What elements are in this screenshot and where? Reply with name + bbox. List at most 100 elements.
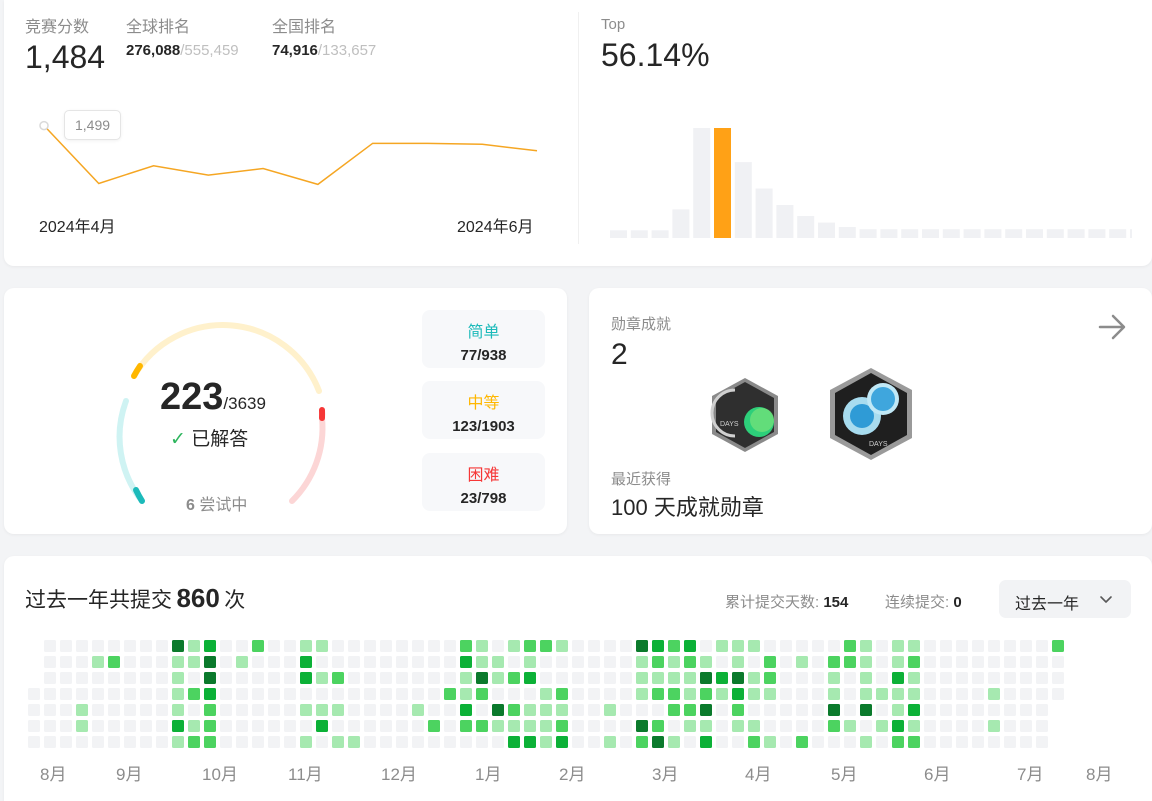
heatmap-cell (76, 656, 88, 668)
heatmap-cell (172, 656, 184, 668)
badge-100-days-icon[interactable]: DAYS (827, 366, 915, 462)
heatmap-cell (924, 704, 936, 716)
heatmap-cell (588, 704, 600, 716)
heatmap-cell (1020, 736, 1032, 748)
heatmap-cell (220, 720, 232, 732)
heatmap-cell (700, 704, 712, 716)
heatmap-cell (780, 656, 792, 668)
heatmap-cell (988, 672, 1000, 684)
heatmap-cell (604, 736, 616, 748)
heatmap-cell (956, 672, 968, 684)
heatmap-cell (1036, 736, 1048, 748)
heatmap-cell (348, 640, 360, 652)
heatmap-cell (268, 720, 280, 732)
heatmap-cell (940, 736, 952, 748)
heatmap-cell (1036, 704, 1048, 716)
heatmap-cell (188, 640, 200, 652)
date-start: 2024年4月 (39, 219, 116, 236)
heatmap-cell (844, 656, 856, 668)
easy-value: 77/938 (460, 347, 507, 364)
heatmap-cell (92, 736, 104, 748)
heatmap-cell (284, 640, 296, 652)
heatmap-cell (236, 736, 248, 748)
heatmap-cell (396, 656, 408, 668)
heatmap-cell (876, 688, 888, 700)
heatmap-cell (636, 720, 648, 732)
check-icon: ✓ (170, 429, 186, 450)
distribution-bar (1046, 229, 1064, 238)
heatmap-cell (348, 704, 360, 716)
heatmap-cell (892, 736, 904, 748)
arrow-right-icon[interactable] (1097, 312, 1127, 342)
heatmap-cell (60, 656, 72, 668)
heatmap-cell (652, 736, 664, 748)
heatmap-cell (252, 720, 264, 732)
heatmap-cell (92, 640, 104, 652)
heatmap-cell (924, 688, 936, 700)
heatmap-cell (972, 688, 984, 700)
month-label: 5月 (831, 765, 858, 784)
heatmap-cell (44, 656, 56, 668)
easy-progress (133, 487, 145, 504)
heatmap-cell (236, 688, 248, 700)
heatmap-cell (732, 704, 744, 716)
badge-50-days-icon[interactable]: DAYS (709, 376, 781, 454)
heatmap-cell (1004, 704, 1016, 716)
heatmap-cell (172, 720, 184, 732)
rating-tooltip: 1,499 (64, 110, 122, 140)
heatmap-cell (972, 640, 984, 652)
heatmap-cell (828, 672, 840, 684)
difficulty-hard[interactable]: 困难 23/798 (422, 453, 545, 511)
heatmap-cell (172, 688, 184, 700)
heatmap-cell (380, 704, 392, 716)
streak-value: 0 (953, 594, 962, 611)
distribution-bar (984, 229, 1002, 238)
heatmap-cell (236, 640, 248, 652)
heatmap-cell (908, 736, 920, 748)
submission-prefix: 过去一年共提交 (25, 589, 172, 612)
heatmap-cell (76, 720, 88, 732)
heatmap-cell (60, 736, 72, 748)
heatmap-cell (444, 736, 456, 748)
heatmap-cell (316, 720, 328, 732)
heatmap-cell (380, 672, 392, 684)
month-label: 8月 (40, 765, 67, 784)
heatmap-cell (748, 704, 760, 716)
heatmap-cell (652, 656, 664, 668)
distribution-bar (1130, 229, 1132, 238)
heatmap-cell (940, 720, 952, 732)
heatmap-cell (92, 672, 104, 684)
heatmap-cell (428, 704, 440, 716)
heatmap-cell (924, 720, 936, 732)
heatmap-cell (428, 672, 440, 684)
heatmap-cell (476, 736, 488, 748)
heatmap-cell (332, 640, 344, 652)
heatmap-cell (796, 688, 808, 700)
distribution-bar (880, 229, 898, 238)
difficulty-easy[interactable]: 简单 77/938 (422, 310, 545, 368)
heatmap-cell (684, 704, 696, 716)
heatmap-cell (860, 736, 872, 748)
submission-heatmap[interactable] (4, 634, 1152, 754)
heatmap-cell (588, 672, 600, 684)
heatmap-cell (268, 640, 280, 652)
distribution-bar (1088, 229, 1106, 238)
heatmap-cell (700, 672, 712, 684)
heatmap-cell (252, 640, 264, 652)
heatmap-cell (812, 640, 824, 652)
heatmap-cell (764, 704, 776, 716)
heatmap-cell (524, 736, 536, 748)
heatmap-cell (604, 656, 616, 668)
heatmap-cell (44, 720, 56, 732)
difficulty-medium[interactable]: 中等 123/1903 (422, 381, 545, 439)
heatmap-cell (620, 672, 632, 684)
distribution-bar (922, 229, 939, 238)
recent-badge-name[interactable]: 100 天成就勋章 (611, 490, 764, 522)
heatmap-cell (668, 704, 680, 716)
heatmap-cell (876, 640, 888, 652)
heatmap-cell (540, 720, 552, 732)
heatmap-cell (364, 704, 376, 716)
range-select[interactable]: 过去一年 (999, 580, 1131, 618)
heatmap-cell (108, 656, 120, 668)
rating-distribution-chart[interactable] (600, 120, 1132, 240)
